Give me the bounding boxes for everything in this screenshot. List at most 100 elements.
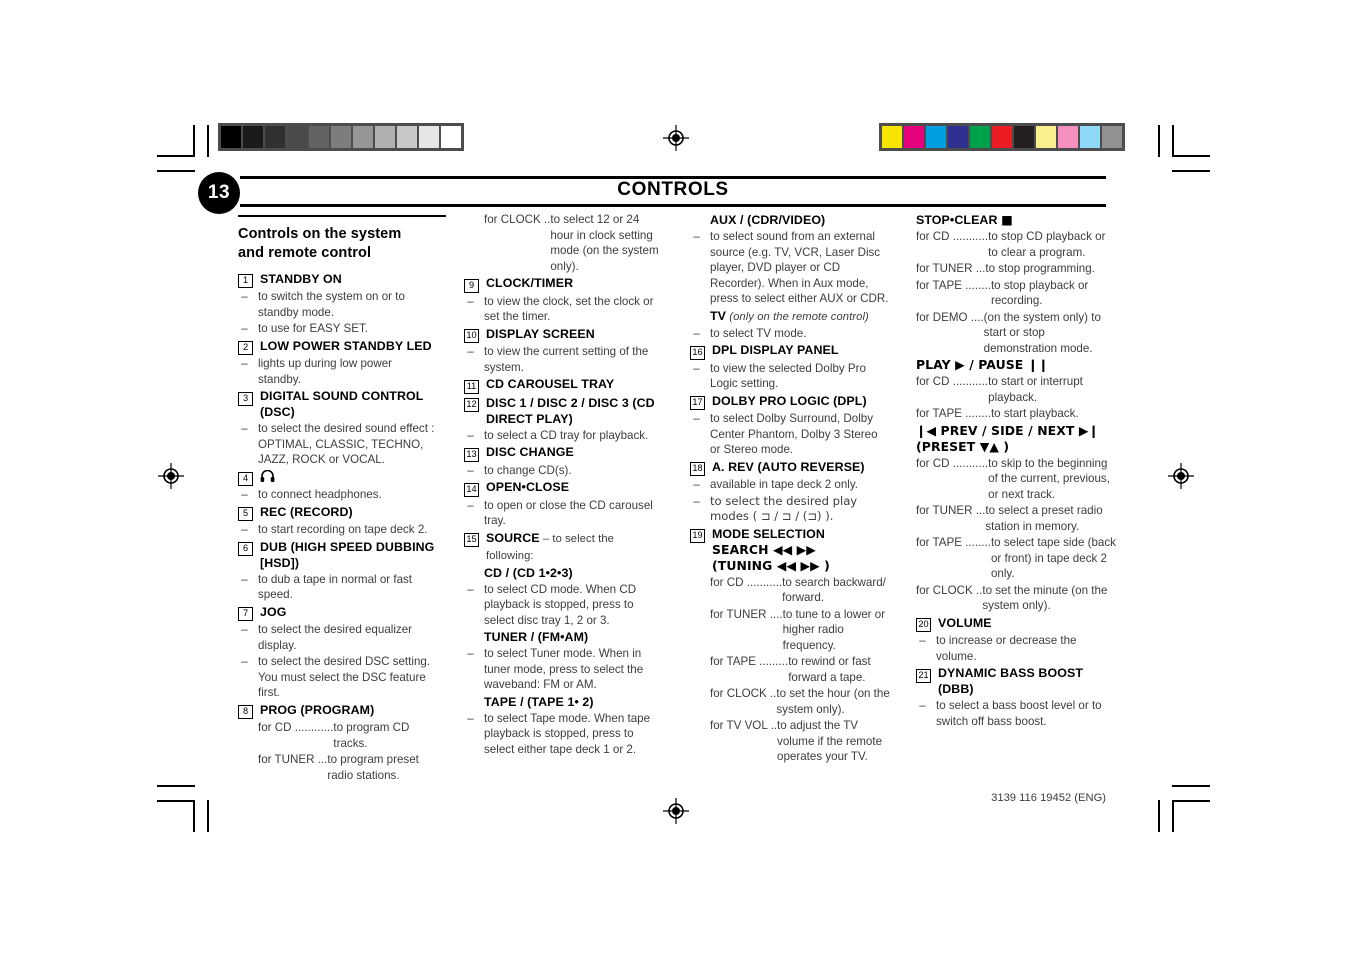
entry-number: 6 — [238, 542, 253, 557]
definition-desc: to search backward/ forward. — [782, 575, 886, 605]
entry-number: 17 — [690, 396, 705, 410]
entry-bullet: – to switch the system on or to standby m… — [238, 289, 438, 320]
entry-bullet: – to select a bass boost level or to swit… — [916, 698, 1116, 729]
color-patch-4 — [970, 126, 990, 148]
control-entry: 13 DISC CHANGE — [464, 444, 664, 462]
bullet-dash: – — [467, 647, 474, 660]
control-entry: 18 A. REV (AUTO REVERSE) — [690, 459, 890, 476]
continued-definition: for CLOCK .. to select 12 or 24 hour in c… — [464, 212, 664, 274]
entry-title: JOG — [260, 604, 287, 619]
bullet-text: to select Tape mode. When tape playback … — [484, 711, 651, 756]
registration-target-icon-right — [1168, 463, 1194, 489]
bullet-dash: – — [241, 322, 248, 336]
definition-label: for DEMO .... — [916, 310, 984, 324]
definition-desc: to select tape side (back or front) in t… — [990, 536, 1116, 580]
entry-bullet: – to use for EASY SET. — [238, 321, 438, 337]
control-entry: 1 STANDBY ON — [238, 271, 438, 289]
entry-bullet: – to connect headphones. — [238, 487, 438, 503]
control-entry: STOP•CLEAR ■ — [916, 212, 1116, 228]
entry-bullet: – to select the desired sound effect : OP… — [238, 421, 438, 468]
entry-title: REC (RECORD) — [260, 504, 353, 519]
crop-mark-tr-h — [1172, 155, 1210, 157]
definition-desc: to start playback. — [990, 407, 1079, 420]
bullet-text: to increase or decrease the volume. — [936, 634, 1077, 663]
entry-definition: for TV VOL .. to adjust the TV volume if … — [690, 718, 890, 765]
crop-mark-br-h — [1172, 785, 1210, 787]
definition-desc: to start or interrupt playback. — [988, 375, 1083, 404]
definition-label: for CD ........... — [916, 375, 989, 388]
entry-title-line2: SEARCH ◀◀ ▶▶ — [712, 541, 816, 557]
crop-mark-tl-h2 — [157, 170, 195, 172]
definition-desc: to stop programming. — [985, 262, 1095, 275]
bullet-dash: – — [241, 523, 248, 537]
crop-mark-br-v — [1158, 800, 1160, 832]
definition-desc-part2: . — [575, 259, 579, 273]
color-patch-9 — [1080, 126, 1100, 148]
entry-number: 8 — [238, 705, 253, 720]
entry-bullet: – to view the clock, set the clock or set… — [464, 294, 664, 325]
bullet-dash: – — [467, 498, 474, 512]
control-entry: 15 SOURCE – to select the following: — [464, 530, 664, 564]
bullet-text: lights up during low power standby. — [258, 357, 393, 386]
definition-label: for TUNER .... — [710, 607, 783, 621]
grayscale-patch-4 — [309, 126, 329, 148]
grayscale-patch-2 — [265, 126, 285, 148]
grayscale-patch-5 — [331, 126, 351, 148]
entry-number: 13 — [464, 447, 479, 462]
entry-definition: for CD ........... to search backward/ fo… — [690, 575, 890, 606]
bullet-text: to view the clock, set the clock or set … — [484, 294, 654, 324]
bullet-text: to switch the system on or to standby mo… — [258, 290, 405, 319]
control-entry: 12 DISC 1 / DISC 2 / DISC 3 (CD DIRECT PL… — [464, 395, 664, 427]
bullet-text: to select sound from an external source … — [710, 230, 889, 305]
column-3: AUX / (CDR/VIDEO) – to select sound from … — [690, 206, 890, 765]
entry-number: 18 — [690, 462, 705, 476]
crop-mark-tr-v2 — [1172, 125, 1174, 157]
entry-number: 19 — [690, 529, 705, 543]
crop-mark-br-h2 — [1172, 800, 1210, 802]
sub-entry: TV (only on the remote control) — [690, 308, 890, 325]
definition-label: for TAPE ........ — [916, 536, 991, 549]
bullet-text: to select TV mode. — [710, 326, 807, 340]
bullet-text: to select the desired equalizer display. — [258, 623, 413, 652]
bullet-dash: – — [467, 582, 474, 596]
entry-number: 4 — [238, 472, 253, 487]
bullet-text: to select the desired DSC setting. You m… — [258, 655, 431, 700]
section-rule — [238, 215, 446, 217]
entry-bullet: – to select the desired play modes ( ⊐ / … — [690, 494, 890, 525]
color-patch-6 — [1014, 126, 1034, 148]
entry-title: DISPLAY SCREEN — [486, 326, 595, 341]
entry-definition: for TUNER ... to select a preset radio st… — [916, 503, 1116, 534]
grayscale-patch-3 — [287, 126, 307, 148]
document-code: 3139 116 19452 (ENG) — [991, 792, 1106, 804]
bullet-text: to dub a tape in normal or fast speed. — [258, 572, 413, 602]
definition-desc-part1: to set the hour — [776, 687, 854, 700]
bullet-text: to select the desired play modes ( ⊐ / ⊐… — [710, 493, 858, 524]
entry-title: SOURCE – to select the following: — [486, 530, 664, 564]
bullet-dash: – — [241, 488, 248, 502]
entry-title: DUB (HIGH SPEED DUBBING [HSD]) — [260, 539, 435, 570]
entry-title: LOW POWER STANDBY LED — [260, 338, 432, 353]
entry-definition: for TUNER ... to program preset radio sta… — [238, 752, 438, 783]
definition-label: for TUNER ... — [916, 504, 986, 517]
definition-desc: to set the minute (on the system only). — [982, 583, 1116, 614]
registration-target-icon-left — [158, 463, 184, 489]
color-patch-8 — [1058, 126, 1078, 148]
definition-desc-part1: to set the minute — [982, 583, 1072, 597]
entry-number: 7 — [238, 607, 253, 622]
control-entry: 11 CD CAROUSEL TRAY — [464, 376, 664, 394]
entry-definition: for CD ........... to start or interrupt … — [916, 374, 1116, 405]
column-2: for CLOCK .. to select 12 or 24 hour in c… — [464, 206, 664, 757]
entry-bullet: – lights up during low power standby. — [238, 356, 438, 387]
definition-label: for TAPE ......... — [710, 655, 789, 668]
definition-label: for TUNER ... — [916, 262, 986, 275]
bullet-dash: – — [241, 572, 248, 586]
entry-definition: for CD ............ to program CD tracks. — [238, 720, 438, 751]
definition-label: for TUNER ... — [258, 753, 328, 767]
color-patch-10 — [1102, 126, 1122, 148]
entry-definition: for TUNER ... to stop programming. — [916, 261, 1116, 277]
color-patch-0 — [882, 126, 902, 148]
entry-number: 12 — [464, 398, 479, 412]
entry-bullet: – to select the desired DSC setting. You … — [238, 654, 438, 701]
entry-bullet: – to select Tape mode. When tape playback… — [464, 711, 664, 758]
page-title: CONTROLS — [617, 179, 729, 200]
